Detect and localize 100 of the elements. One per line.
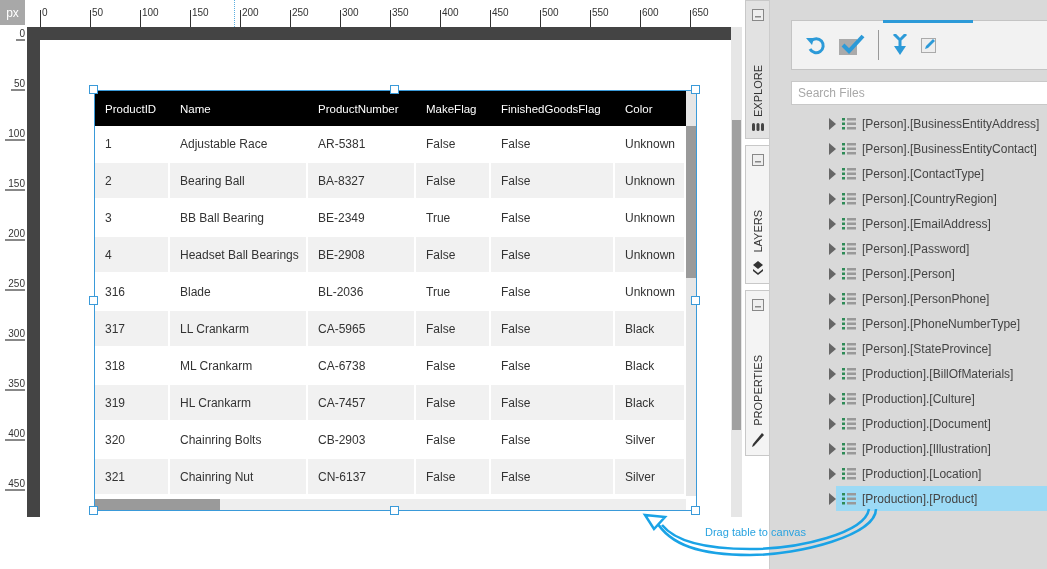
tree-item[interactable]: [Production].[BillOfMaterials]	[836, 361, 1047, 386]
ruler-label: 300	[5, 328, 25, 341]
table-cell: False	[491, 311, 615, 348]
minimize-icon[interactable]	[751, 154, 764, 166]
ruler-label: 400	[442, 7, 459, 18]
ruler-label: 250	[292, 7, 309, 18]
tree-item[interactable]: [Person].[StateProvince]	[836, 336, 1047, 361]
edit-icon[interactable]	[921, 37, 937, 53]
expand-arrow-icon[interactable]	[829, 192, 836, 205]
vertical-scrollbar[interactable]	[731, 27, 742, 517]
table-cell: False	[491, 459, 615, 496]
expand-arrow-icon[interactable]	[829, 467, 836, 480]
ruler-label: 450	[5, 478, 25, 491]
side-tab[interactable]: PROPERTIES	[745, 289, 769, 457]
expand-arrow-icon[interactable]	[829, 167, 836, 180]
table-icon	[842, 292, 856, 305]
table-cell: CA-5965	[308, 311, 416, 348]
tree-item[interactable]: [Person].[EmailAddress]	[836, 211, 1047, 236]
table-cell: False	[416, 385, 491, 422]
checkbox-icon[interactable]	[839, 34, 865, 56]
expand-arrow-icon[interactable]	[829, 242, 836, 255]
table-icon	[842, 192, 856, 205]
side-tab[interactable]: EXPLORE	[745, 0, 769, 139]
tree-item[interactable]: [Person].[BusinessEntityContact]	[836, 136, 1047, 161]
merge-down-icon[interactable]	[892, 34, 908, 56]
resize-handle[interactable]	[89, 506, 98, 515]
ruler-label: 100	[142, 7, 159, 18]
table-cell: Unknown	[615, 237, 686, 274]
table-cell: LL Crankarm	[170, 311, 308, 348]
side-tab[interactable]: LAYERS	[745, 145, 769, 284]
expand-arrow-icon[interactable]	[829, 342, 836, 355]
column-header[interactable]: ProductNumber	[308, 91, 416, 126]
table-icon	[842, 417, 856, 430]
expand-arrow-icon[interactable]	[829, 442, 836, 455]
resize-handle[interactable]	[390, 506, 399, 515]
tree-item[interactable]: [Person].[Password]	[836, 236, 1047, 261]
column-header[interactable]: Name	[170, 91, 308, 126]
ruler-label: 50	[92, 7, 104, 18]
tree-item[interactable]: [Person].[Person]	[836, 261, 1047, 286]
table-cell: Unknown	[615, 163, 686, 200]
horizontal-scrollbar[interactable]	[95, 499, 686, 510]
table-cell: Bearing Ball	[170, 163, 308, 200]
minimize-icon[interactable]	[751, 298, 764, 311]
vertical-scrollbar[interactable]	[686, 91, 696, 496]
ruler-label: 350	[392, 7, 409, 18]
undo-icon[interactable]	[806, 35, 826, 55]
tree-item[interactable]: [Person].[BusinessEntityAddress]	[836, 111, 1047, 136]
resize-handle[interactable]	[89, 296, 98, 305]
table-icon	[842, 492, 856, 505]
expand-arrow-icon[interactable]	[829, 142, 836, 155]
table-icon	[842, 367, 856, 380]
expand-arrow-icon[interactable]	[829, 267, 836, 280]
tree-item[interactable]: [Production].[Location]	[836, 461, 1047, 486]
ruler-label: 400	[5, 428, 25, 441]
column-header[interactable]: MakeFlag	[416, 91, 491, 126]
table-icon	[842, 442, 856, 455]
tree-item[interactable]: [Production].[Product]	[836, 486, 1047, 511]
tree-item[interactable]: [Person].[CountryRegion]	[836, 186, 1047, 211]
tree-item[interactable]: [Person].[PersonPhone]	[836, 286, 1047, 311]
table-cell: Chainring Nut	[170, 459, 308, 496]
data-table[interactable]	[94, 90, 697, 511]
ruler-label: 150	[192, 7, 209, 18]
expand-arrow-icon[interactable]	[829, 317, 836, 330]
table-cell: 2	[95, 163, 170, 200]
ruler-label: 0	[42, 7, 48, 18]
table-icon	[842, 317, 856, 330]
table-icon	[842, 242, 856, 255]
table-cell: CN-6137	[308, 459, 416, 496]
search-field[interactable]: Search Files	[791, 81, 1047, 105]
ruler-label: 150	[5, 178, 25, 191]
expand-arrow-icon[interactable]	[829, 117, 836, 130]
minimize-icon[interactable]	[751, 9, 764, 21]
resize-handle[interactable]	[390, 85, 399, 94]
table-cell: False	[416, 237, 491, 274]
expand-arrow-icon[interactable]	[829, 217, 836, 230]
tree-item[interactable]: [Person].[ContactType]	[836, 161, 1047, 186]
expand-arrow-icon[interactable]	[829, 392, 836, 405]
table-cell: False	[416, 163, 491, 200]
expand-arrow-icon[interactable]	[829, 417, 836, 430]
resize-handle[interactable]	[691, 296, 700, 305]
resize-handle[interactable]	[89, 85, 98, 94]
tree-item[interactable]: [Production].[Illustration]	[836, 436, 1047, 461]
resize-handle[interactable]	[691, 506, 700, 515]
column-header[interactable]: Color	[615, 91, 686, 126]
expand-arrow-icon[interactable]	[829, 367, 836, 380]
table-cell: Black	[615, 385, 686, 422]
layers-icon	[751, 260, 764, 275]
ruler-label: 200	[5, 228, 25, 241]
expand-arrow-icon[interactable]	[829, 292, 836, 305]
resize-handle[interactable]	[691, 85, 700, 94]
tree-item[interactable]: [Person].[PhoneNumberType]	[836, 311, 1047, 336]
table-cell: False	[416, 311, 491, 348]
table-cell: BA-8327	[308, 163, 416, 200]
tree-item[interactable]: [Production].[Culture]	[836, 386, 1047, 411]
column-header[interactable]: FinishedGoodsFlag	[491, 91, 615, 126]
expand-arrow-icon[interactable]	[829, 492, 836, 505]
tree-item[interactable]: [Production].[Document]	[836, 411, 1047, 436]
column-header[interactable]: ProductID	[95, 91, 170, 126]
ruler-label: 550	[592, 7, 609, 18]
table-icon	[842, 117, 856, 130]
